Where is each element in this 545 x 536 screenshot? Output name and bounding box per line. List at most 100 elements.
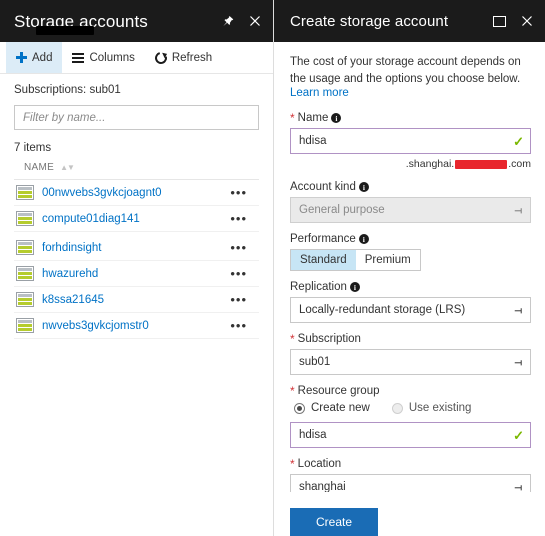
storage-account-icon: [16, 292, 34, 307]
storage-account-icon: [16, 185, 34, 200]
storage-account-icon: [16, 266, 34, 281]
radio-use-existing[interactable]: Use existing: [391, 402, 472, 415]
resource-group-field-group: * Resource group Create new Use existing: [290, 384, 531, 449]
radio-use-existing-label: Use existing: [408, 402, 472, 415]
subscription-label-row: * Subscription: [290, 333, 531, 345]
performance-label-row: Performance i: [290, 233, 531, 245]
valid-check-icon: ✓: [513, 427, 524, 443]
column-header-name: NAME: [24, 162, 55, 173]
storage-account-icon: [16, 240, 34, 255]
subscription-value: sub01: [299, 356, 331, 369]
radio-dot-icon: [391, 402, 403, 414]
replication-select[interactable]: Locally-redundant storage (LRS) ⟞: [290, 297, 531, 324]
create-blade-title: Create storage account: [290, 12, 449, 30]
subscriptions-label: Subscriptions:: [14, 84, 87, 96]
filter-by-name-input[interactable]: [14, 105, 259, 130]
refresh-icon: [152, 49, 170, 66]
azure-portal-screen: Storage accounts Add Columns Refresh Sub…: [0, 0, 545, 536]
storage-accounts-command-bar: Add Columns Refresh: [0, 42, 273, 74]
left-window-controls: [219, 13, 263, 29]
location-select[interactable]: shanghai ⟞: [290, 474, 531, 492]
refresh-button[interactable]: Refresh: [145, 42, 222, 73]
table-row[interactable]: compute01diag141 •••: [14, 206, 259, 232]
location-label: Location: [297, 458, 342, 471]
table-row[interactable]: hwazurehd •••: [14, 261, 259, 287]
create-storage-account-titlebar: Create storage account: [274, 0, 545, 42]
resource-group-input[interactable]: [299, 429, 514, 442]
account-kind-value: General purpose: [299, 204, 385, 217]
subscriptions-value[interactable]: sub01: [89, 84, 120, 96]
performance-option-standard[interactable]: Standard: [291, 250, 356, 271]
chevron-down-icon: ⟞: [514, 204, 522, 215]
name-suffix-prefix: .shanghai.: [405, 158, 455, 171]
performance-toggle-group: Standard Premium: [290, 249, 421, 272]
name-input-wrapper[interactable]: ✓: [290, 128, 531, 155]
storage-account-name[interactable]: nwvebs3gvkcjomstr0: [42, 320, 230, 332]
create-blade-footer: Create: [274, 492, 545, 536]
storage-account-name[interactable]: hwazurehd: [42, 268, 230, 280]
close-icon[interactable]: [519, 13, 535, 29]
storage-account-name[interactable]: compute01diag141: [42, 213, 230, 225]
storage-account-name[interactable]: 00nwvebs3gvkcjoagnt0: [42, 187, 230, 199]
pin-icon[interactable]: [219, 13, 235, 29]
table-row[interactable]: 00nwvebs3gvkcjoagnt0 •••: [14, 180, 259, 206]
resource-group-radio-row: Create new Use existing: [294, 402, 531, 414]
restore-icon[interactable]: [491, 13, 507, 29]
chevron-down-icon: ⟞: [514, 304, 522, 315]
close-icon[interactable]: [247, 13, 263, 29]
radio-create-new-label: Create new: [311, 402, 370, 415]
name-field-group: * Name i ✓ .shanghai. .com: [290, 112, 531, 171]
chevron-down-icon: ⟞: [514, 481, 522, 492]
storage-account-name[interactable]: forhdinsight: [42, 242, 230, 254]
row-context-menu-icon[interactable]: •••: [230, 266, 259, 281]
row-context-menu-icon[interactable]: •••: [230, 240, 259, 255]
chevron-down-icon: ⟞: [514, 356, 522, 367]
location-field-group: * Location shanghai ⟞: [290, 458, 531, 492]
storage-accounts-titlebar: Storage accounts: [0, 0, 273, 42]
info-icon[interactable]: i: [349, 282, 360, 293]
resource-group-input-wrapper[interactable]: ✓: [290, 422, 531, 449]
radio-dot-icon: [294, 402, 305, 414]
columns-button[interactable]: Columns: [62, 42, 144, 73]
name-input[interactable]: [299, 135, 514, 148]
storage-account-icon: [16, 318, 34, 333]
location-label-row: * Location: [290, 458, 531, 470]
required-asterisk: *: [290, 384, 295, 399]
storage-account-icon: [16, 211, 34, 226]
list-column-header[interactable]: NAME ▲▼: [14, 162, 259, 180]
name-suffix-line: .shanghai. .com: [290, 157, 531, 171]
row-context-menu-icon[interactable]: •••: [230, 211, 259, 226]
table-row[interactable]: nwvebs3gvkcjomstr0 •••: [14, 313, 259, 339]
row-context-menu-icon[interactable]: •••: [230, 318, 259, 333]
info-icon[interactable]: i: [358, 234, 369, 245]
info-icon[interactable]: i: [331, 113, 342, 124]
subscription-select[interactable]: sub01 ⟞: [290, 349, 531, 376]
valid-check-icon: ✓: [513, 133, 524, 149]
row-context-menu-icon[interactable]: •••: [230, 185, 259, 200]
replication-value: Locally-redundant storage (LRS): [299, 304, 466, 317]
info-icon[interactable]: i: [358, 182, 369, 193]
account-kind-field-group: Account kind i General purpose ⟞: [290, 181, 531, 224]
add-button[interactable]: Add: [6, 42, 63, 73]
table-row[interactable]: k8ssa21645 •••: [14, 287, 259, 313]
table-row[interactable]: forhdinsight •••: [14, 235, 259, 261]
refresh-button-label: Refresh: [171, 51, 213, 64]
replication-label: Replication: [290, 281, 347, 294]
location-value: shanghai: [299, 481, 346, 492]
performance-option-premium[interactable]: Premium: [355, 250, 420, 271]
storage-account-name[interactable]: k8ssa21645: [42, 294, 230, 306]
learn-more-link[interactable]: Learn more: [290, 87, 531, 99]
account-kind-select: General purpose ⟞: [290, 197, 531, 224]
replication-label-row: Replication i: [290, 281, 531, 293]
columns-icon: [72, 52, 85, 63]
right-window-controls: [491, 13, 535, 29]
resource-group-label: Resource group: [297, 385, 380, 398]
sort-arrows-icon[interactable]: ▲▼: [60, 163, 75, 172]
storage-accounts-list: 00nwvebs3gvkcjoagnt0 ••• compute01diag14…: [14, 180, 259, 339]
performance-field-group: Performance i Standard Premium: [290, 233, 531, 272]
redaction-block-domain: [455, 159, 508, 169]
create-button[interactable]: Create: [290, 508, 379, 536]
row-context-menu-icon[interactable]: •••: [230, 292, 259, 307]
radio-create-new[interactable]: Create new: [294, 402, 370, 414]
redaction-bar-subtitle: [36, 26, 94, 35]
